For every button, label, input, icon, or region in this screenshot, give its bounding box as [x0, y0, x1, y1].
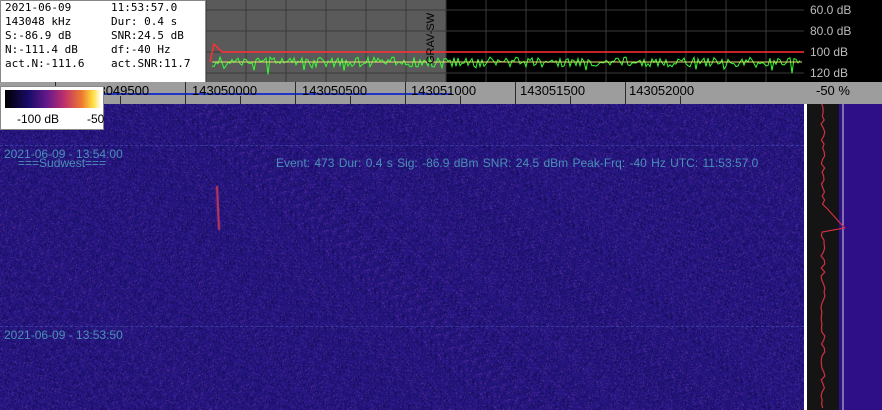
freq-tick	[295, 82, 296, 104]
db-label: 100 dB	[810, 45, 849, 59]
freq-tick	[625, 82, 626, 104]
signal-info-panel: 2021-06-09 11:53:57.0 143048 kHz Dur: 0.4 …	[0, 0, 206, 86]
event-info: Event: 473 Dur: 0.4 s Sig: -86.9 dBm SNR…	[276, 156, 759, 170]
spectrum-trace	[211, 55, 801, 75]
info-act-noise: act.N:-111.6	[5, 57, 85, 70]
db-scale: 60.0 dB 80.0 dB 100 dB 120 dB	[804, 0, 882, 82]
info-signal: S:-86.9 dB	[5, 29, 72, 42]
freq-tick	[405, 82, 406, 104]
freq-label: 143050500	[302, 83, 368, 98]
station-name: ===Sudwest===	[18, 156, 107, 170]
legend-min-label: -100 dB	[17, 112, 60, 126]
info-df: df:-40 Hz	[111, 43, 171, 56]
info-snr: SNR:24.5 dB	[111, 29, 184, 42]
frequency-axis[interactable]: 143049500 143050000 143050500 143051000 …	[0, 82, 804, 104]
spectrum-label: GRAV-SW	[425, 12, 437, 64]
freq-label: 143052000	[629, 83, 695, 98]
spectrum-display[interactable]: GRAV-SW	[206, 0, 804, 82]
freq-tick	[185, 82, 186, 104]
info-noise: N:-111.4 dB	[5, 43, 78, 56]
color-scale-legend: -100 dB -50	[0, 86, 104, 130]
timestamp-bottom: 2021-06-09 - 13:53:50	[4, 328, 123, 342]
freq-tick	[515, 82, 516, 104]
level-trace	[820, 104, 846, 409]
info-frequency: 143048 kHz	[5, 15, 72, 28]
time-marker-line	[0, 326, 804, 327]
freq-label: 143050000	[192, 83, 258, 98]
info-duration: Dur: 0.4 s	[111, 15, 178, 28]
color-gradient	[5, 90, 101, 108]
db-label: 60.0 dB	[810, 3, 852, 17]
level-history-trace	[820, 104, 846, 410]
time-marker-line	[0, 145, 804, 146]
percent-indicator: -50 %	[804, 82, 882, 104]
info-time: 11:53:57.0	[111, 1, 178, 14]
spectrum-plot	[206, 0, 804, 82]
info-act-snr: act.SNR:11.7	[111, 57, 191, 70]
side-level-panel	[807, 104, 882, 410]
legend-max-label: -50	[87, 112, 105, 126]
percent-label: -50 %	[816, 83, 850, 98]
info-date: 2021-06-09	[5, 1, 72, 14]
freq-label: 143051500	[520, 83, 586, 98]
db-label: 80.0 dB	[810, 24, 852, 38]
freq-label: 143051000	[411, 83, 477, 98]
db-label: 120 dB	[810, 66, 849, 80]
